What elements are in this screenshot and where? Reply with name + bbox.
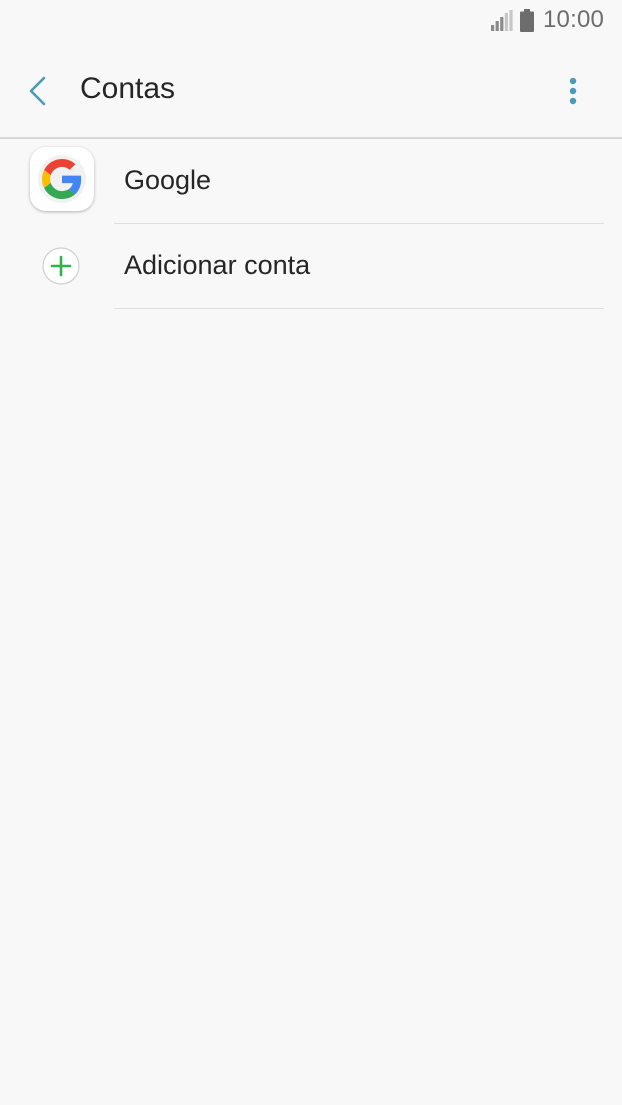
signal-icon: [491, 10, 513, 31]
status-bar: 10:00: [0, 0, 622, 44]
page-title: Contas: [80, 72, 176, 105]
add-circle-icon: [42, 247, 80, 285]
list-item-google[interactable]: Google: [0, 139, 622, 224]
google-icon: [30, 147, 94, 211]
divider: [114, 308, 604, 309]
more-vert-icon: [569, 77, 577, 105]
list-item-label: Google: [124, 165, 212, 195]
list-item-label: Adicionar conta: [124, 250, 311, 280]
list-item-add-account[interactable]: Adicionar conta: [0, 224, 622, 309]
app-bar: Contas: [0, 44, 622, 139]
battery-icon: [520, 9, 534, 32]
accounts-list: Google Adicionar conta: [0, 139, 622, 309]
back-button[interactable]: [18, 68, 60, 114]
more-options-button[interactable]: [553, 68, 593, 114]
chevron-left-icon: [29, 76, 46, 106]
status-time: 10:00: [543, 6, 605, 33]
